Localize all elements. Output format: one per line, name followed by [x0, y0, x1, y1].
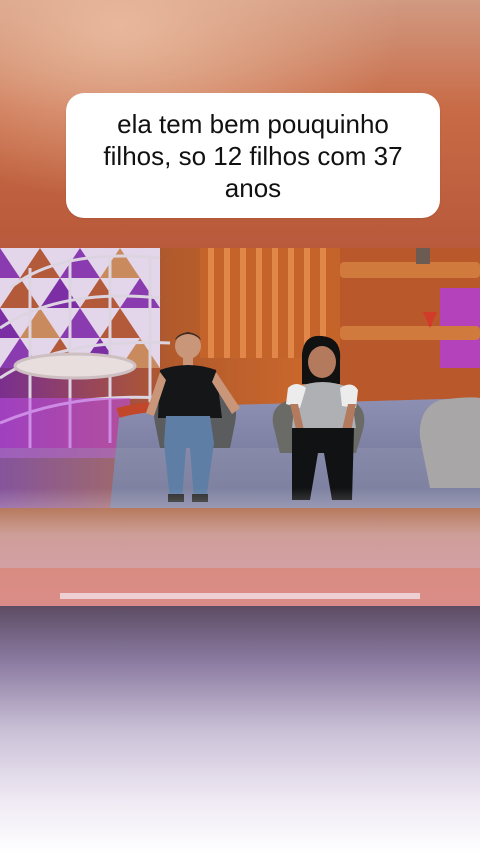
studio-scene: [0, 248, 480, 606]
empty-armchair: [419, 397, 480, 488]
caption-box: ela tem bem pouquinho filhos, so 12 filh…: [66, 93, 440, 218]
background-bottom-blur: [0, 606, 480, 854]
video-frame[interactable]: [0, 248, 480, 606]
caption-text: ela tem bem pouquinho filhos, so 12 filh…: [103, 108, 403, 203]
shelf-unit: [340, 248, 480, 418]
triangle-pattern-wall: [0, 248, 160, 368]
